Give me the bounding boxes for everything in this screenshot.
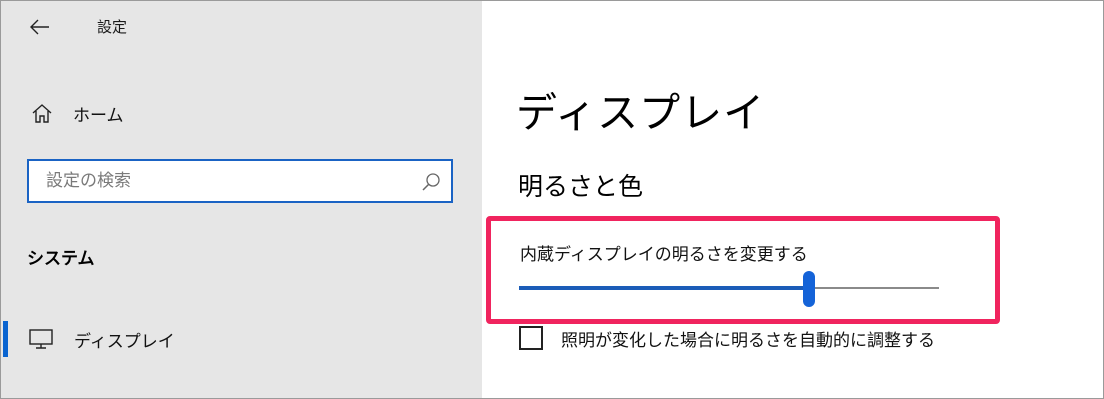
window-title: 設定 [97, 18, 128, 36]
page-title: ディスプレイ [516, 89, 766, 137]
auto-brightness-option[interactable]: 照明が変化した場合に明るさを自動的に調整する [519, 321, 1079, 355]
auto-brightness-label: 照明が変化した場合に明るさを自動的に調整する [561, 330, 935, 351]
back-button[interactable] [19, 11, 61, 43]
slider-thumb[interactable] [803, 271, 815, 307]
section-heading: 明るさと色 [518, 172, 644, 201]
search-box [27, 159, 453, 203]
brightness-label: 内蔵ディスプレイの明るさを変更する [520, 245, 808, 265]
sidebar-item-display[interactable]: ディスプレイ [1, 317, 471, 361]
sidebar-item-label: ホーム [73, 105, 124, 126]
monitor-icon [27, 325, 55, 353]
search-input[interactable] [29, 161, 419, 201]
brightness-slider[interactable] [519, 271, 939, 307]
main-content: ディスプレイ 明るさと色 内蔵ディスプレイの明るさを変更する 照明が変化した場合… [482, 1, 1103, 398]
settings-window: 設定 ホーム システム [0, 0, 1104, 399]
highlight-annotation [486, 216, 1000, 324]
sidebar: 設定 ホーム システム [1, 1, 482, 398]
slider-fill [519, 286, 809, 290]
selected-indicator [3, 321, 8, 357]
sidebar-item-label: ディスプレイ [74, 331, 175, 352]
search-icon[interactable] [421, 172, 441, 192]
sidebar-item-home[interactable]: ホーム [23, 95, 463, 131]
home-icon [25, 96, 59, 130]
sidebar-section-title: システム [27, 249, 95, 269]
auto-brightness-checkbox[interactable] [519, 326, 543, 350]
back-arrow-icon [30, 19, 49, 35]
